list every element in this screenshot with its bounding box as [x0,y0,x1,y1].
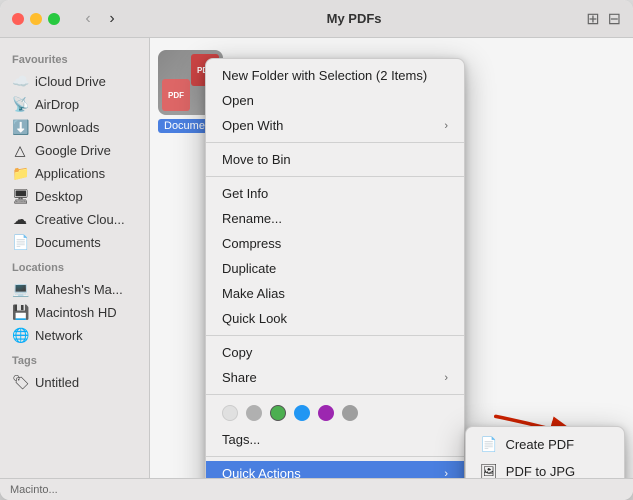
create-pdf-icon: 📄 [480,436,497,453]
sidebar-label-macintosh-hd: Macintosh HD [35,305,117,320]
color-blue[interactable] [294,405,310,421]
window-title: My PDFs [130,11,578,26]
grid-view-icon[interactable]: ⊞ [586,9,599,29]
sidebar-item-macintosh-hd[interactable]: 💾 Macintosh HD [0,301,149,324]
ctx-color-tags [206,399,464,427]
share-chevron: › [444,372,448,384]
ctx-rename[interactable]: Rename... [206,206,464,231]
forward-arrow[interactable]: › [102,9,122,29]
color-silver[interactable] [342,405,358,421]
sidebar-item-icloud-drive[interactable]: ☁️ iCloud Drive [0,70,149,93]
tags-label: Tags [0,347,149,371]
quick-actions-chevron: › [444,468,448,479]
sidebar-item-mahesh-mac[interactable]: 💻 Mahesh's Ma... [0,278,149,301]
sidebar-label-google-drive: Google Drive [35,143,111,158]
sidebar-item-airdrop[interactable]: 📡 AirDrop [0,93,149,116]
sidebar-label-icloud: iCloud Drive [35,74,106,89]
sidebar-item-creative-cloud[interactable]: ☁ Creative Clou... [0,208,149,231]
finder-window: ‹ › My PDFs ⊞ ⊟ Favourites ☁️ iCloud Dri… [0,0,633,500]
separator-2 [206,176,464,177]
ctx-quick-look[interactable]: Quick Look [206,306,464,331]
sidebar-item-google-drive[interactable]: △ Google Drive [0,139,149,162]
sidebar-label-creative-cloud: Creative Clou... [35,212,125,227]
quick-actions-submenu: 📄 Create PDF 🖼 PDF to JPG Customise... [465,426,625,478]
list-view-icon[interactable]: ⊟ [608,9,621,29]
color-none[interactable] [222,405,238,421]
downloads-icon: ⬇️ [12,119,28,136]
network-icon: 🌐 [12,327,28,344]
status-bar: Macinto... [0,478,633,500]
nav-arrows: ‹ › [78,9,122,29]
sidebar-item-downloads[interactable]: ⬇️ Downloads [0,116,149,139]
color-gray[interactable] [246,405,262,421]
color-green[interactable] [270,405,286,421]
context-menu: New Folder with Selection (2 Items) Open… [205,58,465,478]
separator-4 [206,394,464,395]
sidebar-label-applications: Applications [35,166,105,181]
sidebar-item-desktop[interactable]: 🖥 Desktop [0,185,149,208]
disk-icon: 💾 [12,304,28,321]
content-area: PDF PDF Documen... New Folder with Selec… [150,38,633,478]
ctx-tags[interactable]: Tags... [206,427,464,452]
ctx-new-folder-selection[interactable]: New Folder with Selection (2 Items) [206,63,464,88]
status-text: Macinto... [10,484,58,496]
ctx-compress[interactable]: Compress [206,231,464,256]
sidebar-item-untitled[interactable]: 🏷 Untitled [0,371,149,394]
ctx-open[interactable]: Open [206,88,464,113]
google-drive-icon: △ [12,142,28,159]
sidebar-label-documents: Documents [35,235,101,250]
ctx-move-to-bin[interactable]: Move to Bin [206,147,464,172]
sidebar-label-mahesh-mac: Mahesh's Ma... [35,282,123,297]
maximize-button[interactable] [48,13,60,25]
sidebar-item-applications[interactable]: 📁 Applications [0,162,149,185]
sidebar-item-network[interactable]: 🌐 Network [0,324,149,347]
sidebar-label-desktop: Desktop [35,189,83,204]
separator-1 [206,142,464,143]
submenu-create-pdf[interactable]: 📄 Create PDF [466,431,624,458]
ctx-get-info[interactable]: Get Info [206,181,464,206]
main-area: Favourites ☁️ iCloud Drive 📡 AirDrop ⬇️ … [0,38,633,478]
icloud-icon: ☁️ [12,73,28,90]
ctx-quick-actions[interactable]: Quick Actions › [206,461,464,478]
sidebar-label-network: Network [35,328,83,343]
airdrop-icon: 📡 [12,96,28,113]
ctx-open-with[interactable]: Open With › [206,113,464,138]
sidebar-label-downloads: Downloads [35,120,99,135]
open-with-chevron: › [444,120,448,132]
locations-label: Locations [0,254,149,278]
color-purple[interactable] [318,405,334,421]
traffic-lights [12,13,60,25]
sidebar-item-documents[interactable]: 📄 Documents [0,231,149,254]
minimize-button[interactable] [30,13,42,25]
pdf-to-jpg-icon: 🖼 [480,463,498,478]
sidebar-label-airdrop: AirDrop [35,97,79,112]
close-button[interactable] [12,13,24,25]
ctx-make-alias[interactable]: Make Alias [206,281,464,306]
titlebar-controls: ⊞ ⊟ [586,9,621,29]
ctx-duplicate[interactable]: Duplicate [206,256,464,281]
desktop-icon: 🖥 [12,188,28,205]
applications-icon: 📁 [12,165,28,182]
laptop-icon: 💻 [12,281,28,298]
back-arrow[interactable]: ‹ [78,9,98,29]
sidebar-label-untitled: Untitled [35,375,79,390]
creative-cloud-icon: ☁ [12,211,28,228]
titlebar: ‹ › My PDFs ⊞ ⊟ [0,0,633,38]
ctx-share[interactable]: Share › [206,365,464,390]
documents-icon: 📄 [12,234,28,251]
favourites-label: Favourites [0,46,149,70]
separator-3 [206,335,464,336]
ctx-copy[interactable]: Copy [206,340,464,365]
sidebar: Favourites ☁️ iCloud Drive 📡 AirDrop ⬇️ … [0,38,150,478]
separator-5 [206,456,464,457]
submenu-pdf-to-jpg[interactable]: 🖼 PDF to JPG [466,458,624,478]
tag-icon: 🏷 [12,374,28,391]
